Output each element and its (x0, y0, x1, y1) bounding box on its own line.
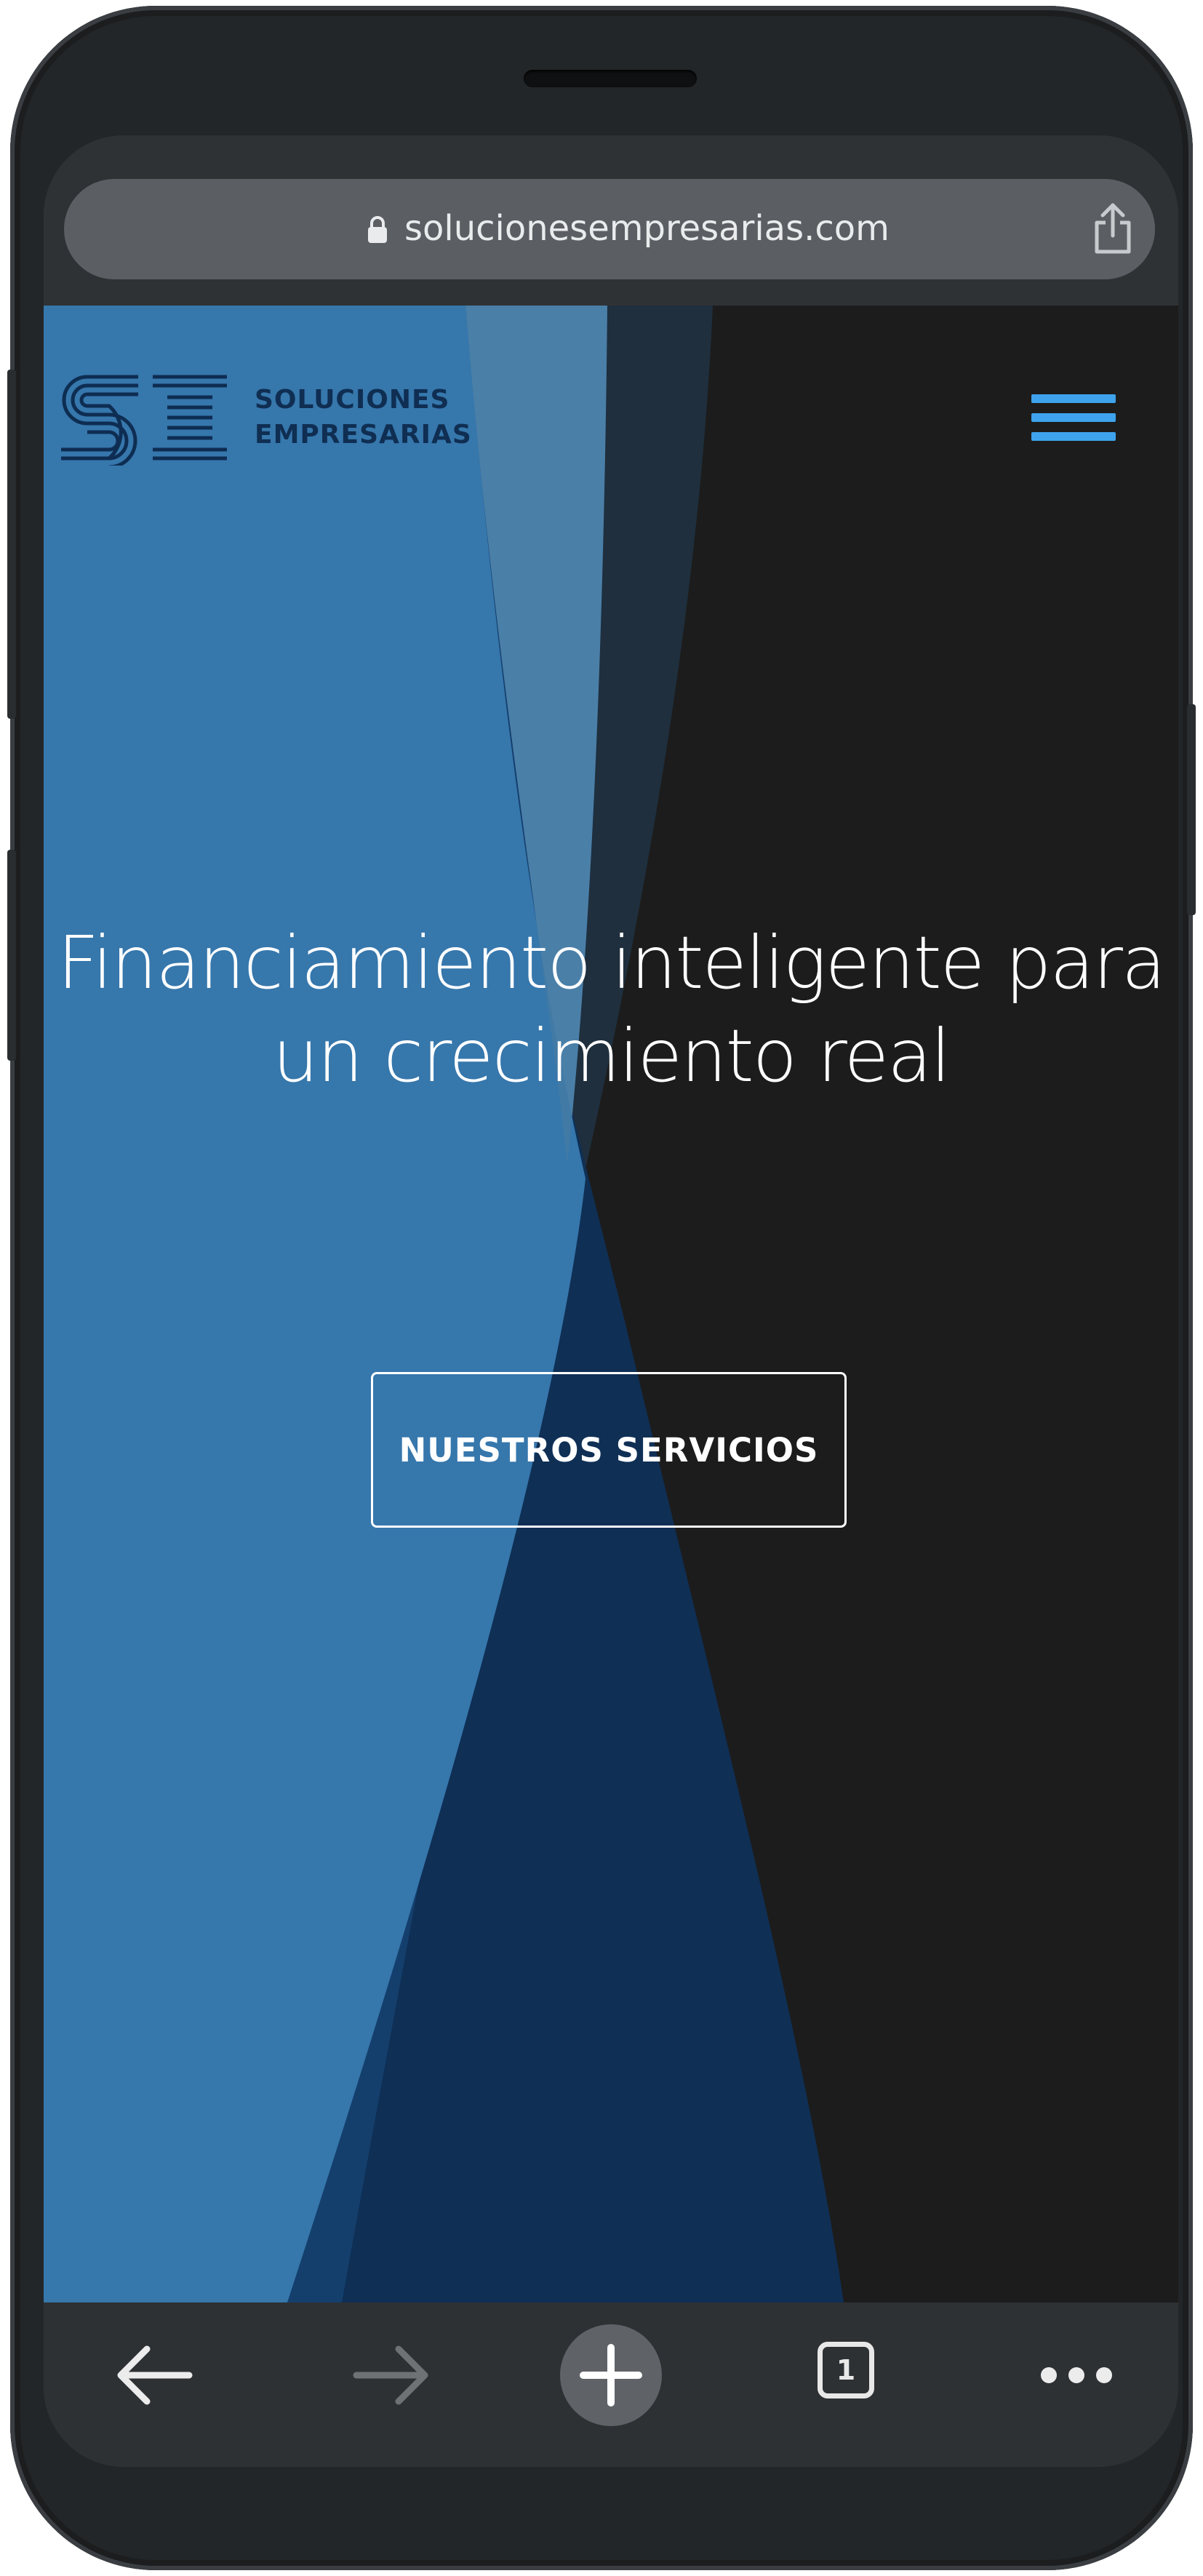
tab-count: 1 (818, 2342, 874, 2398)
hamburger-bar (1031, 413, 1116, 422)
earpiece-speaker (524, 70, 697, 87)
lock-icon (368, 216, 387, 243)
browser-address-area: solucionesempresarias.com (44, 135, 1178, 306)
web-page: SOLUCIONES EMPRESARIAS Financiamiento in… (44, 306, 1178, 2302)
hamburger-bar (1031, 432, 1116, 441)
plus-icon[interactable] (553, 2317, 669, 2433)
browser-bottom-toolbar: 1 (44, 2302, 1178, 2467)
ellipsis-icon[interactable] (1018, 2317, 1135, 2433)
hamburger-bar (1031, 394, 1116, 403)
hero-headline-line-2: un crecimiento real (272, 1013, 951, 1098)
volume-up-button (7, 370, 16, 719)
tab-switcher-button[interactable]: 1 (793, 2317, 909, 2433)
hero-headline: Financiamiento inteligente para un creci… (44, 917, 1178, 1103)
address-bar[interactable]: solucionesempresarias.com (64, 179, 1155, 279)
hamburger-menu-icon[interactable] (1031, 386, 1116, 451)
power-button (1187, 704, 1196, 915)
arrow-right-icon[interactable] (335, 2317, 451, 2433)
hero-headline-line-1: Financiamiento inteligente para (57, 920, 1166, 1005)
logo-line-2: EMPRESARIAS (255, 420, 472, 450)
logo-text[interactable]: SOLUCIONES EMPRESARIAS (255, 383, 472, 452)
logo-line-1: SOLUCIONES (255, 385, 450, 415)
arrow-left-icon[interactable] (95, 2317, 211, 2433)
url-text[interactable]: solucionesempresarias.com (404, 205, 890, 252)
volume-down-button (7, 850, 16, 1061)
phone-frame: solucionesempresarias.com SOLUCIONES EMP… (7, 6, 1196, 2570)
logo-se-icon (61, 375, 227, 466)
nuestros-servicios-button[interactable]: NUESTROS SERVICIOS (371, 1372, 847, 1528)
phone-screen: solucionesempresarias.com SOLUCIONES EMP… (44, 135, 1178, 2467)
hero-background-waves (44, 306, 1178, 2302)
share-icon[interactable] (1091, 201, 1135, 256)
